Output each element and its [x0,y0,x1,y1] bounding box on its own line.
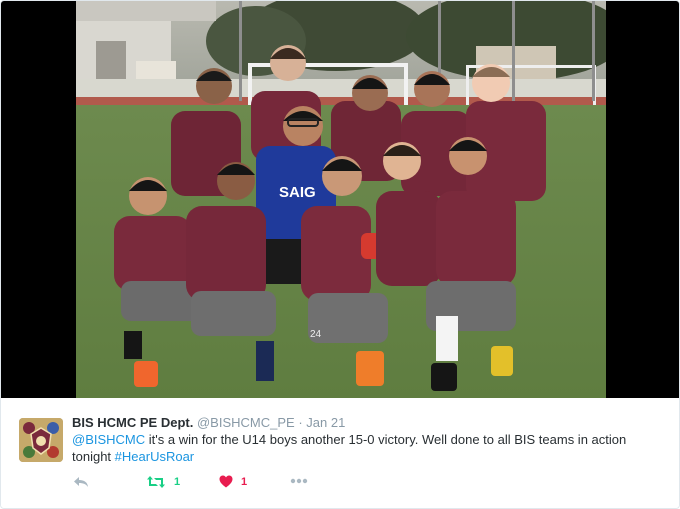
more-button[interactable] [290,478,308,484]
avatar[interactable] [19,418,63,462]
user-handle[interactable]: @BISHCMC_PE [197,415,295,430]
retweet-count: 1 [174,476,181,488]
like-count: 1 [241,475,248,488]
heart-icon [219,475,233,488]
mention-link[interactable]: @BISHCMC [72,432,145,447]
retweet-icon [147,476,165,488]
crest-icon [19,418,63,462]
more-icon [290,478,308,484]
team-photo[interactable]: SAIG 24 [76,1,606,398]
hashtag-link[interactable]: #HearUsRoar [115,449,194,464]
tweet-header: BIS HCMC PE Dept. @BISHCMC_PE · Jan 21 [72,415,345,430]
jersey-text: SAIG [279,184,316,201]
like-button[interactable]: 1 [219,475,247,488]
separator: · [298,415,303,430]
display-name[interactable]: BIS HCMC PE Dept. [72,415,193,430]
tweet-media[interactable]: SAIG 24 [1,1,679,398]
shorts-number: 24 [310,329,322,340]
tweet-date[interactable]: Jan 21 [306,415,345,430]
reply-button[interactable] [73,475,89,489]
tweet-text: @BISHCMC it's a win for the U14 boys ano… [72,431,632,465]
reply-icon [74,477,88,487]
tweet-body: BIS HCMC PE Dept. @BISHCMC_PE · Jan 21 @… [1,398,679,508]
retweet-button[interactable]: 1 [146,475,180,489]
tweet-card: SAIG 24 BIS HCMC PE Dept. @BISHCMC_PE · … [0,0,680,509]
